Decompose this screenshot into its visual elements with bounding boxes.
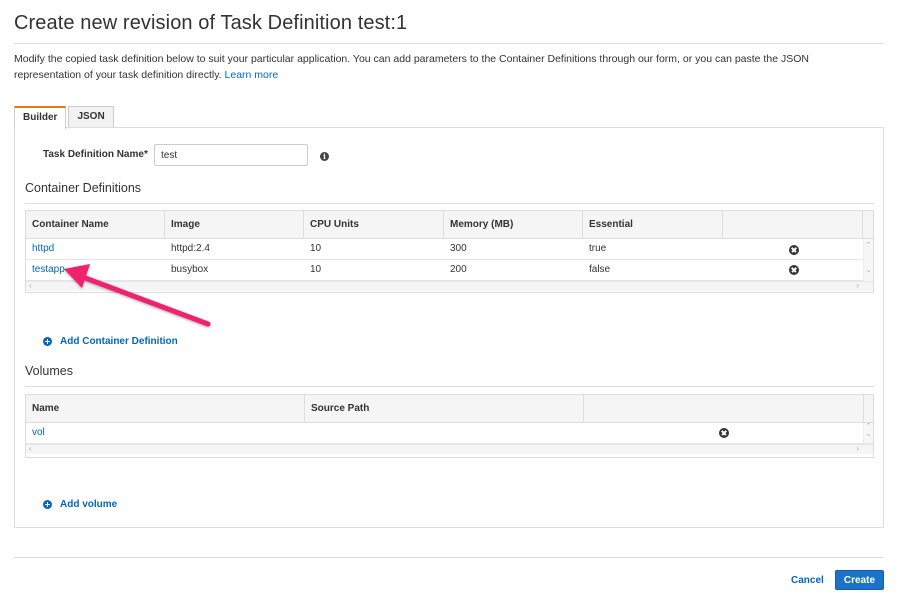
- info-icon[interactable]: i: [320, 152, 329, 161]
- create-button[interactable]: Create: [835, 570, 884, 590]
- container-definitions-divider: [25, 203, 874, 204]
- volumes-table: Name Source Path vol ⌃ ⌄ ‹ ›: [25, 394, 874, 458]
- image-cell: busybox: [171, 264, 209, 275]
- plus-circle-icon: [43, 337, 52, 346]
- container-name-link[interactable]: httpd: [26, 239, 165, 259]
- page-title: Create new revision of Task Definition t…: [14, 12, 408, 34]
- column-header[interactable]: Source Path: [305, 395, 584, 422]
- add-container-definition-button[interactable]: Add Container Definition: [43, 336, 178, 347]
- scroll-up-icon[interactable]: ⌃: [864, 423, 873, 431]
- delete-icon[interactable]: [789, 245, 799, 255]
- add-volume-button[interactable]: Add volume: [43, 499, 117, 510]
- description-text: Modify the copied task definition below …: [14, 53, 809, 81]
- cpu-cell: 10: [310, 243, 322, 254]
- scroll-down-icon[interactable]: ⌄: [864, 431, 873, 439]
- footer-divider: [14, 557, 884, 558]
- table-row[interactable]: vol: [26, 423, 873, 444]
- image-cell: httpd:2.4: [171, 243, 210, 254]
- page-description: Modify the copied task definition below …: [14, 51, 864, 83]
- scroll-down-icon[interactable]: ⌄: [864, 266, 873, 274]
- scroll-right-icon[interactable]: ›: [856, 444, 859, 453]
- container-definitions-heading: Container Definitions: [25, 181, 142, 195]
- title-divider: [14, 43, 884, 44]
- column-header[interactable]: CPU Units: [304, 211, 444, 238]
- vertical-scrollbar[interactable]: ⌃ ⌄: [863, 423, 873, 443]
- delete-icon[interactable]: [789, 265, 799, 275]
- table-row[interactable]: httpd httpd:2.4 10 300 true: [26, 239, 873, 260]
- task-definition-name-label: Task Definition Name*: [43, 149, 148, 160]
- column-header-actions: [723, 211, 863, 238]
- volumes-divider: [25, 386, 874, 387]
- source-path-cell: [305, 423, 584, 443]
- table-header: Container Name Image CPU Units Memory (M…: [26, 211, 873, 239]
- add-volume-label: Add volume: [60, 499, 118, 510]
- vertical-scrollbar[interactable]: ⌃ ⌄: [863, 239, 873, 281]
- scroll-left-icon[interactable]: ‹: [29, 281, 32, 290]
- delete-icon[interactable]: [719, 428, 729, 438]
- container-definitions-table: Container Name Image CPU Units Memory (M…: [25, 210, 874, 293]
- container-name-link[interactable]: testapp: [26, 260, 165, 280]
- column-header[interactable]: Essential: [583, 211, 723, 238]
- essential-cell: true: [589, 243, 607, 254]
- task-definition-name-input[interactable]: [154, 144, 308, 166]
- memory-cell: 300: [450, 243, 467, 254]
- scroll-up-icon[interactable]: ⌃: [864, 241, 873, 249]
- tab-bar: Builder JSON: [14, 106, 116, 129]
- add-container-definition-label: Add Container Definition: [60, 336, 178, 347]
- volumes-heading: Volumes: [25, 364, 73, 378]
- scroll-right-icon[interactable]: ›: [856, 281, 859, 290]
- column-header-actions: [584, 395, 864, 422]
- cancel-button[interactable]: Cancel: [791, 575, 824, 586]
- cpu-cell: 10: [310, 264, 322, 275]
- horizontal-scrollbar[interactable]: ‹ ›: [26, 444, 873, 454]
- table-header: Name Source Path: [26, 395, 873, 423]
- column-header[interactable]: Image: [165, 211, 304, 238]
- horizontal-scrollbar[interactable]: ‹ ›: [26, 281, 873, 291]
- column-header[interactable]: Container Name: [26, 211, 165, 238]
- tab-json[interactable]: JSON: [68, 106, 114, 128]
- essential-cell: false: [589, 264, 611, 275]
- memory-cell: 200: [450, 264, 467, 275]
- builder-panel: Task Definition Name* i Container Defini…: [14, 127, 884, 528]
- column-header[interactable]: Name: [26, 395, 305, 422]
- table-row[interactable]: testapp busybox 10 200 false: [26, 260, 873, 281]
- plus-circle-icon: [43, 500, 52, 509]
- tab-builder[interactable]: Builder: [14, 106, 67, 129]
- scroll-left-icon[interactable]: ‹: [29, 444, 32, 453]
- volume-name-link[interactable]: vol: [26, 423, 305, 443]
- learn-more-link[interactable]: Learn more: [225, 69, 279, 81]
- column-header[interactable]: Memory (MB): [444, 211, 583, 238]
